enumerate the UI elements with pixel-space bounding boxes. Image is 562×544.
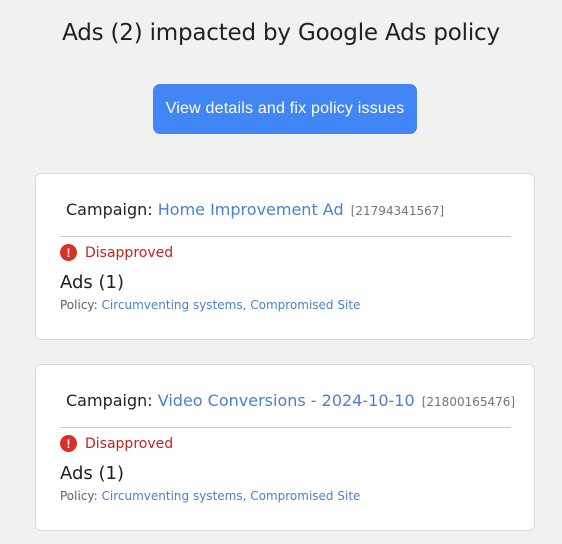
page-title: Ads (2) impacted by Google Ads policy xyxy=(62,20,500,46)
ads-count: Ads (1) xyxy=(60,272,125,293)
campaign-row: Campaign: Home Improvement Ad [217943415… xyxy=(66,200,444,219)
campaign-card: Campaign: Home Improvement Ad [217943415… xyxy=(35,173,535,340)
policy-link-compromised[interactable]: Compromised Site xyxy=(250,298,360,312)
policy-label: Policy: xyxy=(60,298,98,312)
campaign-card: Campaign: Video Conversions - 2024-10-10… xyxy=(35,364,535,531)
campaign-id: [21794341567] xyxy=(350,204,445,218)
status-label: Disapproved xyxy=(85,435,174,452)
status-row: ! Disapproved xyxy=(60,244,173,261)
error-icon: ! xyxy=(60,244,77,261)
status-row: ! Disapproved xyxy=(60,435,173,452)
campaign-label: Campaign: xyxy=(66,391,153,410)
view-details-fix-button[interactable]: View details and fix policy issues xyxy=(153,84,417,134)
policy-summary-page: Ads (2) impacted by Google Ads policy Vi… xyxy=(0,0,562,544)
policy-link-compromised[interactable]: Compromised Site xyxy=(250,489,360,503)
policy-label: Policy: xyxy=(60,489,98,503)
policy-link-circumventing[interactable]: Circumventing systems xyxy=(102,298,243,312)
campaign-label: Campaign: xyxy=(66,200,153,219)
policy-row: Policy: Circumventing systems, Compromis… xyxy=(60,489,360,503)
error-icon: ! xyxy=(60,435,77,452)
campaign-id: [21800165476] xyxy=(421,395,516,409)
status-label: Disapproved xyxy=(85,244,174,261)
campaign-name-link[interactable]: Video Conversions - 2024-10-10 xyxy=(158,391,415,410)
divider xyxy=(60,427,511,428)
divider xyxy=(60,236,511,237)
campaign-row: Campaign: Video Conversions - 2024-10-10… xyxy=(66,391,515,410)
policy-row: Policy: Circumventing systems, Compromis… xyxy=(60,298,360,312)
policy-link-circumventing[interactable]: Circumventing systems xyxy=(102,489,243,503)
campaign-name-link[interactable]: Home Improvement Ad xyxy=(158,200,344,219)
ads-count: Ads (1) xyxy=(60,463,125,484)
